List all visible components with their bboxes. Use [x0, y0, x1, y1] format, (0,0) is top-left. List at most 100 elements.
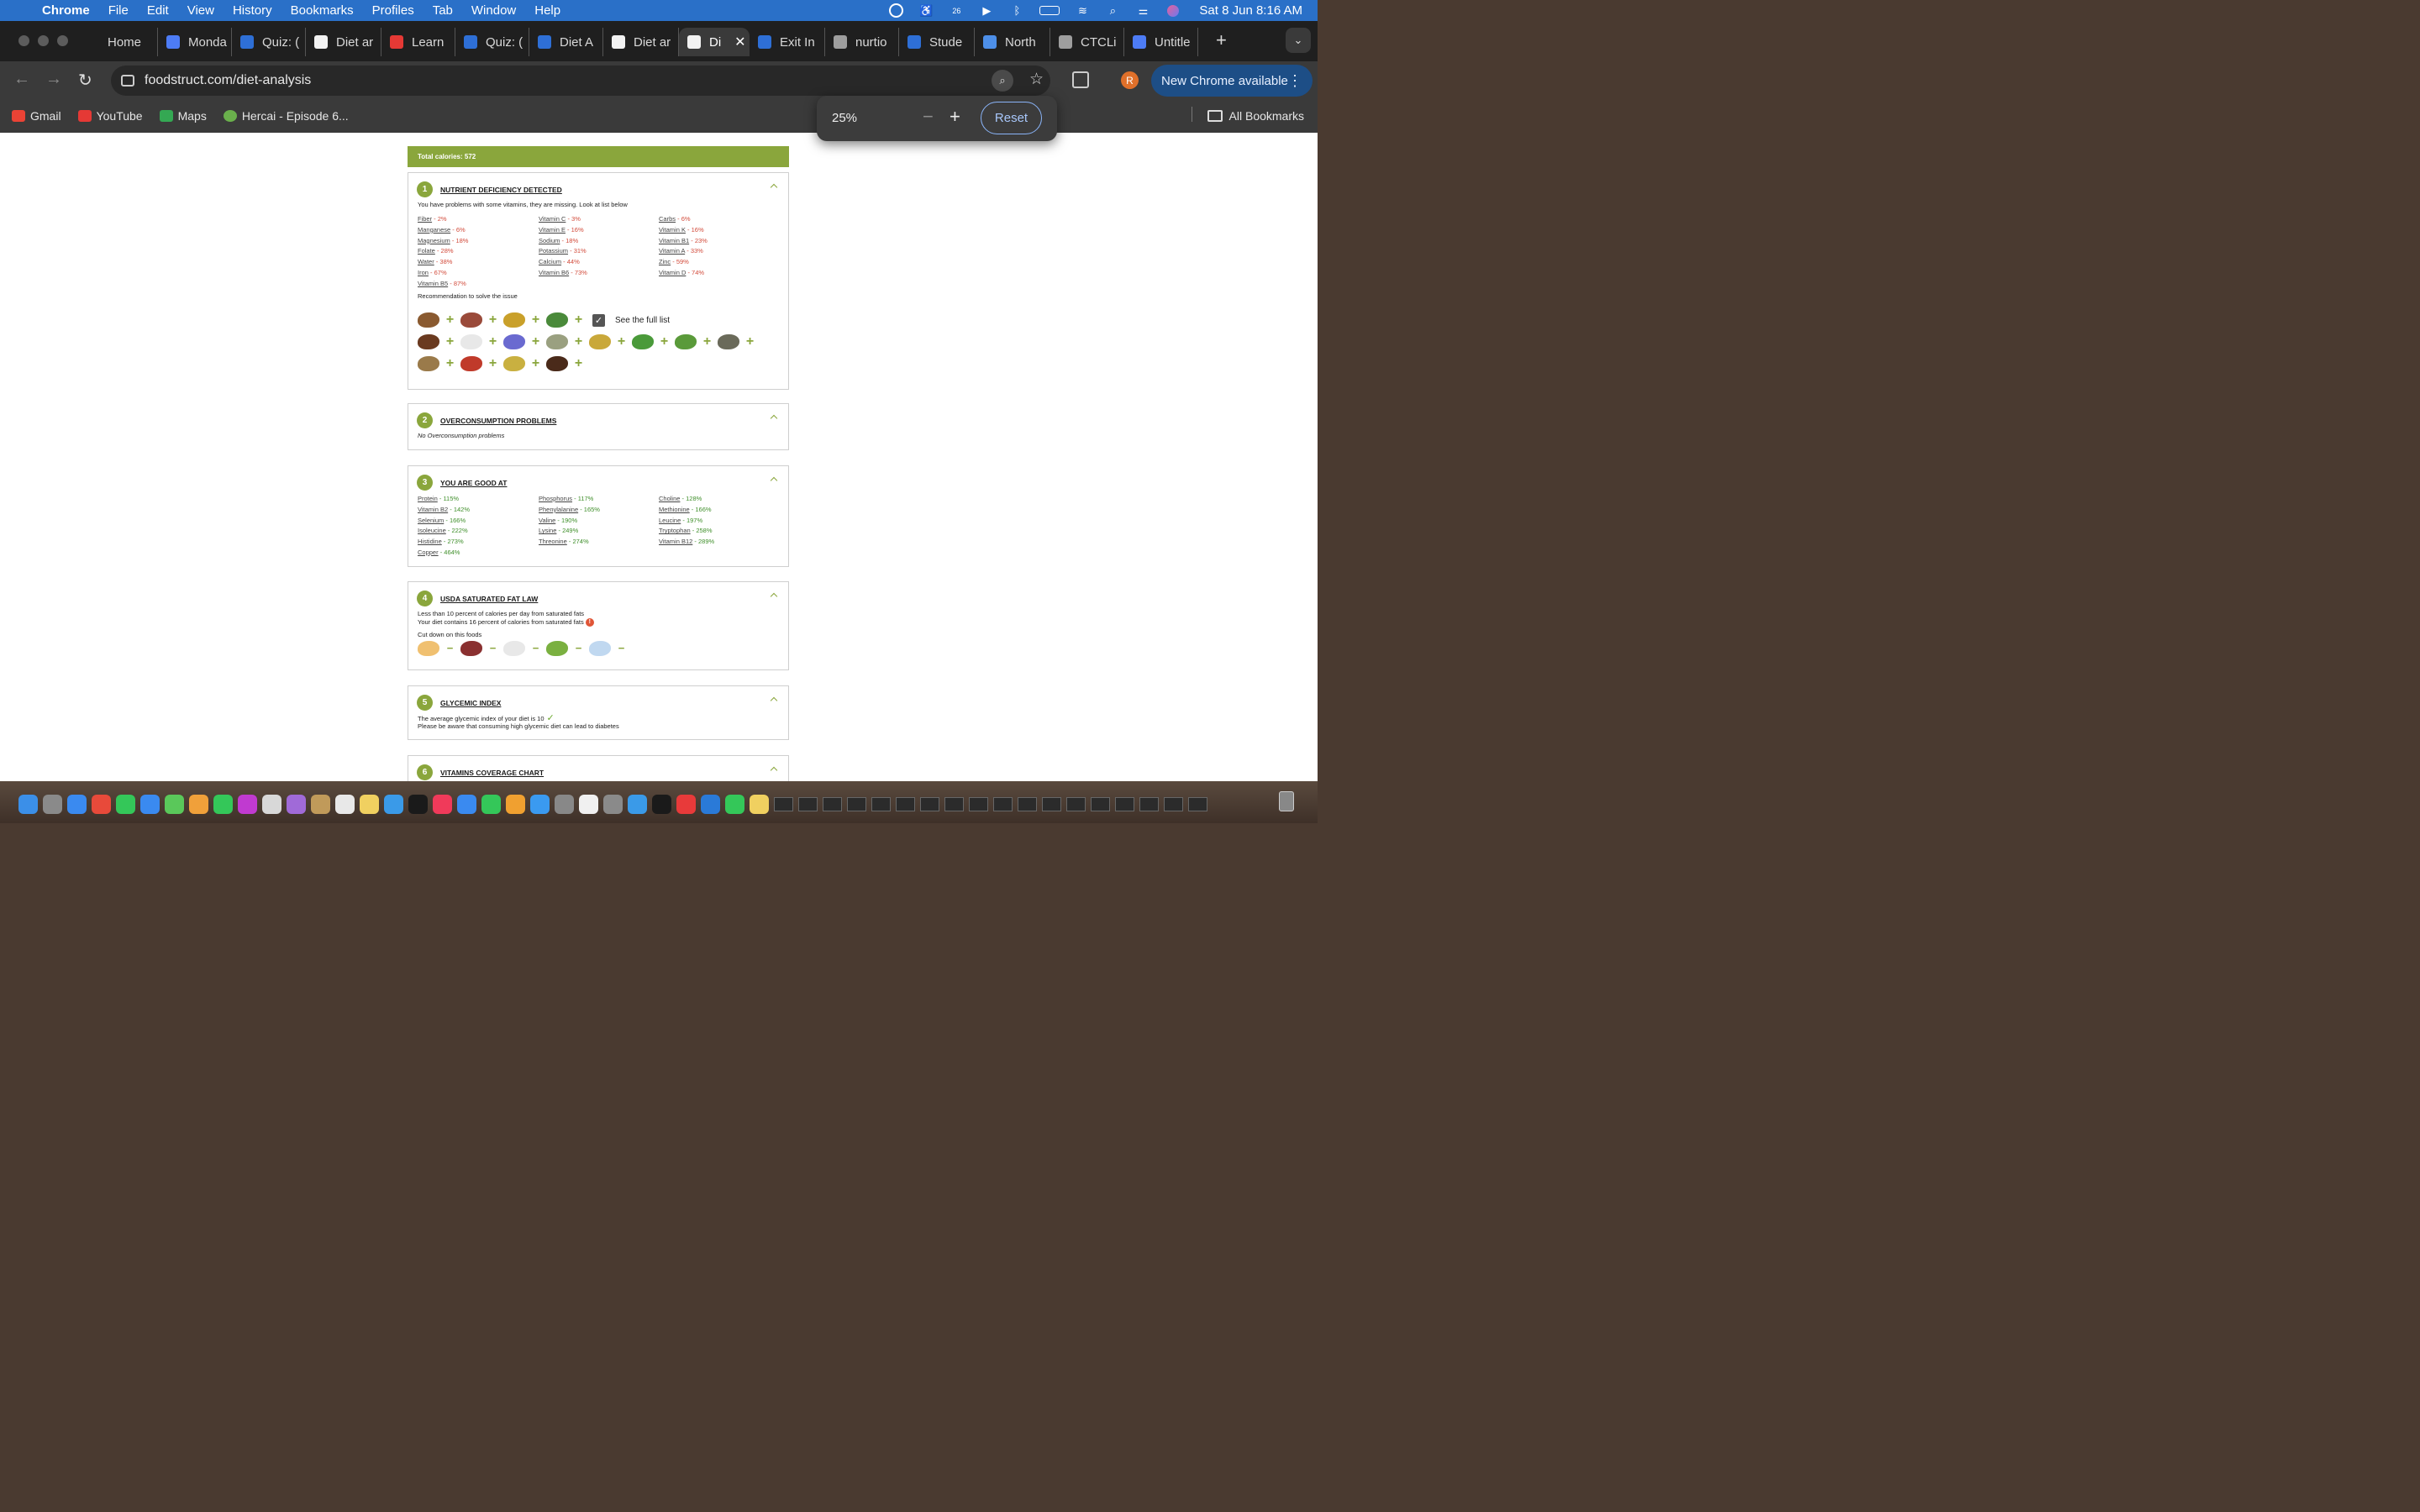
nutrient-name[interactable]: Vitamin K: [659, 226, 686, 234]
all-bookmarks-button[interactable]: All Bookmarks: [1207, 109, 1304, 123]
spotlight-search-icon[interactable]: ⌕: [1103, 4, 1122, 18]
collapse-chevron-icon[interactable]: [770, 696, 778, 705]
menu-tab[interactable]: Tab: [433, 3, 453, 18]
tab-10[interactable]: nurtio: [825, 28, 899, 56]
nutrient-name[interactable]: Manganese: [418, 226, 450, 234]
play-icon[interactable]: ▶: [977, 4, 996, 18]
dock-app-icon[interactable]: [408, 794, 428, 814]
tab-8[interactable]: Di ✕: [679, 28, 750, 56]
bookmark-hercai[interactable]: Hercai - Episode 6...: [223, 109, 349, 123]
bookmark-star-icon[interactable]: ☆: [1029, 70, 1044, 89]
nutrient-name[interactable]: Calcium: [539, 258, 561, 265]
wifi-icon[interactable]: ≋: [1073, 4, 1092, 18]
control-center-icon[interactable]: ⚌: [1134, 4, 1152, 18]
dock-window-thumbnail[interactable]: [1066, 796, 1086, 811]
site-info-icon[interactable]: [121, 75, 134, 87]
food-icon[interactable]: [418, 312, 439, 328]
food-icon[interactable]: [546, 356, 568, 371]
dock-window-thumbnail[interactable]: [1018, 796, 1037, 811]
nutrient-name[interactable]: Folate: [418, 247, 435, 255]
dock-app-icon[interactable]: [652, 794, 671, 814]
see-full-list-label[interactable]: See the full list: [615, 316, 670, 325]
dock-app-icon[interactable]: [116, 794, 135, 814]
section-header[interactable]: 3 YOU ARE GOOD AT: [417, 475, 508, 491]
dock-app-icon[interactable]: [335, 794, 355, 814]
dock-app-icon[interactable]: [67, 794, 87, 814]
nutrient-name[interactable]: Selenium: [418, 517, 444, 524]
nutrient-name[interactable]: Carbs: [659, 215, 676, 223]
new-tab-button[interactable]: +: [1216, 29, 1227, 51]
accessibility-icon[interactable]: ♿: [917, 4, 935, 18]
nutrient-name[interactable]: Copper: [418, 549, 439, 556]
dock-app-icon[interactable]: [287, 794, 306, 814]
food-icon[interactable]: [546, 312, 568, 328]
nutrient-name[interactable]: Iron: [418, 269, 429, 276]
tab-14[interactable]: Untitle: [1124, 28, 1198, 56]
back-button[interactable]: ←: [13, 70, 30, 89]
nutrient-name[interactable]: Magnesium: [418, 237, 450, 244]
dock-app-icon[interactable]: [360, 794, 379, 814]
dock-app-icon[interactable]: [262, 794, 281, 814]
trash-icon[interactable]: [1279, 791, 1294, 811]
food-icon[interactable]: [418, 356, 439, 371]
collapse-chevron-icon[interactable]: [770, 476, 778, 485]
collapse-chevron-icon[interactable]: [770, 183, 778, 192]
food-icon[interactable]: [418, 641, 439, 656]
menu-history[interactable]: History: [233, 3, 272, 18]
dock-app-icon[interactable]: [676, 794, 696, 814]
new-chrome-available-button[interactable]: New Chrome available ⋮: [1151, 65, 1313, 97]
food-icon[interactable]: [546, 334, 568, 349]
dock-app-icon[interactable]: [481, 794, 501, 814]
nutrient-name[interactable]: Choline: [659, 495, 680, 502]
dock-window-thumbnail[interactable]: [920, 796, 939, 811]
food-icon[interactable]: [503, 356, 525, 371]
forward-button[interactable]: →: [45, 70, 62, 89]
bluetooth-icon[interactable]: ᛒ: [1007, 4, 1026, 18]
dock-window-thumbnail[interactable]: [798, 796, 818, 811]
battery-icon[interactable]: [1038, 4, 1061, 18]
food-icon[interactable]: [460, 334, 482, 349]
food-icon[interactable]: [418, 334, 439, 349]
nutrient-name[interactable]: Vitamin A: [659, 247, 685, 255]
dock-app-icon[interactable]: [603, 794, 623, 814]
food-icon[interactable]: [589, 641, 611, 656]
clock[interactable]: Sat 8 Jun 8:16 AM: [1199, 3, 1302, 18]
reload-button[interactable]: ↻: [78, 70, 92, 91]
nutrient-name[interactable]: Vitamin E: [539, 226, 566, 234]
dock-window-thumbnail[interactable]: [1091, 796, 1110, 811]
tab-7[interactable]: Diet ar: [603, 28, 679, 56]
food-icon[interactable]: [632, 334, 654, 349]
grammarly-icon[interactable]: [886, 3, 905, 18]
tab-1[interactable]: Monda: [158, 28, 232, 56]
dock-window-thumbnail[interactable]: [944, 796, 964, 811]
collapse-chevron-icon[interactable]: [770, 766, 778, 774]
nutrient-name[interactable]: Vitamin B2: [418, 506, 448, 513]
food-icon[interactable]: [503, 641, 525, 656]
zoom-in-button[interactable]: +: [950, 106, 960, 128]
bookmark-youtube[interactable]: YouTube: [77, 109, 143, 123]
dock-window-thumbnail[interactable]: [993, 796, 1013, 811]
dock-app-icon[interactable]: [140, 794, 160, 814]
dock-app-icon[interactable]: [165, 794, 184, 814]
chrome-menu-icon[interactable]: ⋮: [1287, 72, 1302, 90]
food-icon[interactable]: [589, 334, 611, 349]
dock-app-icon[interactable]: [725, 794, 744, 814]
menu-help[interactable]: Help: [534, 3, 560, 18]
nutrient-name[interactable]: Vitamin B1: [659, 237, 689, 244]
food-icon[interactable]: [460, 312, 482, 328]
dock-app-icon[interactable]: [555, 794, 574, 814]
nutrient-name[interactable]: Water: [418, 258, 434, 265]
dock-window-thumbnail[interactable]: [871, 796, 891, 811]
dock-app-icon[interactable]: [506, 794, 525, 814]
dock-app-icon[interactable]: [18, 794, 38, 814]
nutrient-name[interactable]: Histidine: [418, 538, 442, 545]
dock-app-icon[interactable]: [433, 794, 452, 814]
nutrient-name[interactable]: Potassium: [539, 247, 568, 255]
food-icon[interactable]: [503, 334, 525, 349]
dock-app-icon[interactable]: [43, 794, 62, 814]
tab-9[interactable]: Exit In: [750, 28, 825, 56]
collapse-chevron-icon[interactable]: [770, 414, 778, 423]
close-window-button[interactable]: [18, 35, 29, 46]
tab-13[interactable]: CTCLi: [1050, 28, 1124, 56]
section-header[interactable]: 1 NUTRIENT DEFICIENCY DETECTED: [417, 181, 562, 197]
